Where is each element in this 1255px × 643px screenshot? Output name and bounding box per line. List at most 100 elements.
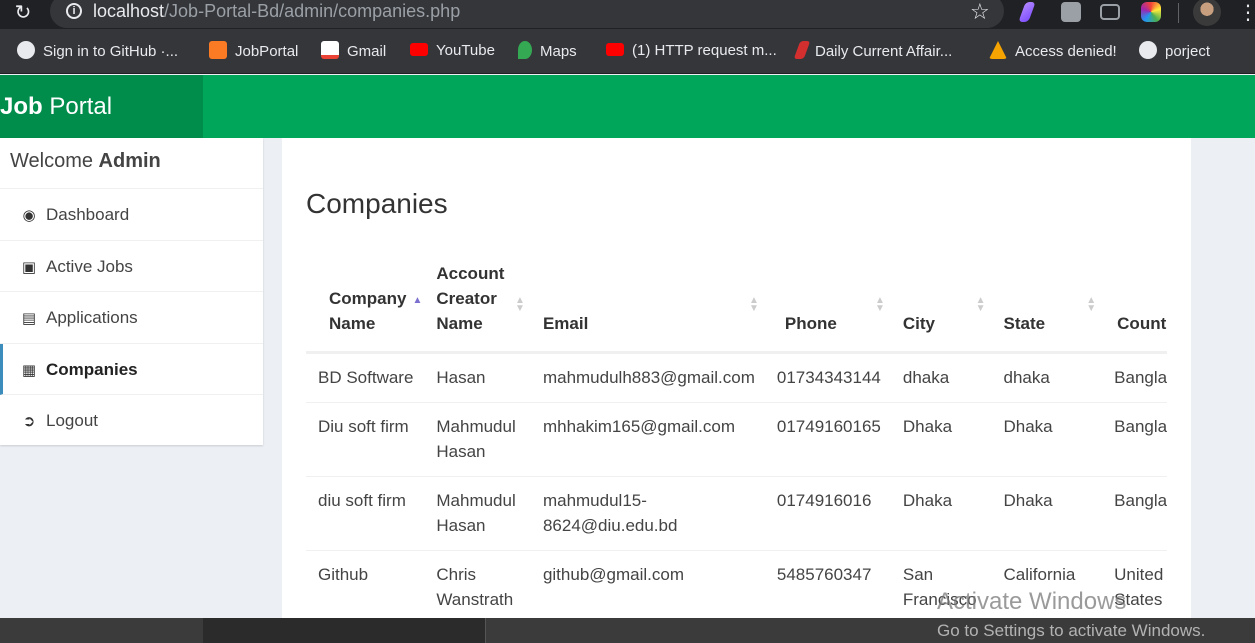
id-card-icon: ▤ <box>21 310 37 327</box>
sidebar-item-label: Applications <box>46 308 138 327</box>
column-label: Count <box>1117 314 1167 333</box>
cell-state: dhaka <box>991 352 1103 403</box>
github-icon <box>17 41 35 59</box>
bookmark-label: Sign in to GitHub ·... <box>43 43 179 60</box>
column-label: Company Name <box>329 289 407 333</box>
table-row: diu soft firm Mahmudul Hasan mahmudul15-… <box>306 476 1167 551</box>
app-header: Job Portal <box>0 75 1255 138</box>
logo-bold: Job <box>0 93 43 120</box>
activate-windows-title: Activate Windows <box>937 588 1127 615</box>
logo[interactable]: Job Portal <box>0 75 203 138</box>
table-header-row: Company Name ▲ Account Creator Name ▲ ▼ Ema… <box>306 253 1167 354</box>
table-row: Diu soft firm Mahmudul Hasan mhhakim165@… <box>306 402 1167 477</box>
bookmark-item[interactable]: Daily Current Affair... <box>793 41 953 63</box>
bookmark-item[interactable]: Access denied! <box>989 41 1117 63</box>
profile-avatar[interactable] <box>1193 0 1221 26</box>
column-header-email[interactable]: Email ▲ ▼ <box>530 253 765 354</box>
sidebar-item-logout[interactable]: ➲ Logout <box>0 395 263 447</box>
url-host: localhost <box>93 1 165 21</box>
daily-icon <box>793 41 811 59</box>
mail-extension-icon[interactable] <box>1100 4 1120 20</box>
color-extension-icon[interactable] <box>1141 2 1161 22</box>
bookmark-label: Maps <box>540 43 577 60</box>
url-text[interactable]: localhost/Job-Portal-Bd/admin/companies.… <box>93 1 460 22</box>
cell-creator-name: Hasan <box>424 352 531 403</box>
bookmark-item[interactable]: porject <box>1139 41 1210 63</box>
cell-city: Dhaka <box>890 402 992 477</box>
column-header-account-creator[interactable]: Account Creator Name ▲ ▼ <box>424 253 531 354</box>
bookmark-item[interactable]: JobPortal <box>209 41 298 63</box>
cell-phone: 5485760347 <box>764 550 891 618</box>
bookmark-star-icon[interactable]: ☆ <box>970 0 990 24</box>
bookmark-item[interactable]: Gmail <box>321 41 386 63</box>
cell-state: Dhaka <box>991 402 1103 477</box>
reload-icon[interactable]: ↻ <box>12 2 34 24</box>
youtube-icon <box>606 43 624 56</box>
cell-country: Banglac <box>1102 476 1167 551</box>
companies-table: Company Name ▲ Account Creator Name ▲ ▼ Ema… <box>306 253 1167 618</box>
globe-icon <box>1139 41 1157 59</box>
column-header-country[interactable]: Count <box>1102 253 1167 354</box>
taskbar-item[interactable] <box>203 618 486 643</box>
sidebar-item-dashboard[interactable]: ◉ Dashboard <box>0 189 263 241</box>
sort-icon: ▲ ▼ <box>1086 295 1097 314</box>
bookmark-item[interactable]: Maps <box>518 41 577 63</box>
site-info-icon[interactable]: i <box>66 3 82 19</box>
cell-city: Dhaka <box>890 476 992 551</box>
sidebar-item-label: Logout <box>46 411 98 430</box>
cell-country: Banglac <box>1102 402 1167 477</box>
sort-icon: ▲ ▼ <box>515 295 525 314</box>
camera-extension-icon[interactable] <box>1061 2 1081 22</box>
bookmark-label: (1) HTTP request m... <box>632 42 777 59</box>
sidebar-item-applications[interactable]: ▤ Applications <box>0 292 263 344</box>
xampp-icon <box>209 41 227 59</box>
cell-company-name: Diu soft firm <box>306 402 425 477</box>
bookmark-item[interactable]: YouTube <box>410 41 495 63</box>
cell-phone: 01734343144 <box>764 352 891 403</box>
column-label: Account Creator Name <box>436 264 505 333</box>
cell-state: Dhaka <box>991 476 1103 551</box>
url-path: /Job-Portal-Bd/admin/companies.php <box>164 1 461 21</box>
gmail-icon <box>321 41 339 59</box>
column-label: Email <box>542 314 589 333</box>
page-title: Companies <box>306 188 448 219</box>
cell-company-name: BD Software <box>306 352 425 403</box>
column-header-state[interactable]: State ▲ ▼ <box>991 253 1103 354</box>
bookmark-label: Daily Current Affair... <box>815 43 953 60</box>
column-label: Phone <box>784 314 837 333</box>
bookmark-item[interactable]: (1) HTTP request m... <box>606 41 777 63</box>
cell-creator-name: Mahmudul Hasan <box>424 476 531 551</box>
toolbar-divider <box>1178 3 1179 23</box>
bookmark-label: porject <box>1165 43 1211 60</box>
column-header-company-name[interactable]: Company Name ▲ <box>306 253 425 354</box>
cell-email: github@gmail.com <box>530 550 765 618</box>
sort-icon: ▲ ▼ <box>748 295 759 314</box>
cell-email: mahmudul15-8624@diu.edu.bd <box>530 476 765 551</box>
bookmark-item[interactable]: Sign in to GitHub ·... <box>17 41 178 63</box>
main-content: Companies Company Name ▲ Account Creator … <box>282 138 1191 618</box>
sort-icon: ▲ ▼ <box>975 295 986 314</box>
cell-city: dhaka <box>890 352 992 403</box>
sidebar-item-companies[interactable]: ▦ Companies <box>0 343 263 395</box>
maps-icon <box>518 41 532 59</box>
cell-company-name: diu soft firm <box>306 476 425 551</box>
bookmark-label: YouTube <box>436 42 495 59</box>
bookmark-label: Gmail <box>347 43 387 60</box>
bookmarks-bar: Sign in to GitHub ·... JobPortal Gmail Y… <box>0 29 1255 74</box>
feather-extension-icon[interactable] <box>1018 2 1036 22</box>
column-header-city[interactable]: City ▲ ▼ <box>890 253 992 354</box>
access-icon <box>989 41 1007 59</box>
cell-email: mahmudulh883@gmail.com <box>530 352 765 403</box>
cell-creator-name: Chris Wanstrath <box>424 550 531 618</box>
sidebar-item-active-jobs[interactable]: ▣ Active Jobs <box>0 241 263 292</box>
table-row: BD Software Hasan mahmudulh883@gmail.com… <box>306 352 1167 403</box>
youtube-icon <box>410 43 428 56</box>
building-icon: ▦ <box>21 361 37 379</box>
sidebar: Welcome Admin ◉ Dashboard ▣ Active Jobs ▤ A… <box>0 138 263 445</box>
column-header-phone[interactable]: Phone ▲ ▼ <box>764 253 891 354</box>
browser-menu-icon[interactable]: ⋮ <box>1238 0 1255 25</box>
cell-country: Banglac <box>1102 352 1167 403</box>
sidebar-item-label: Active Jobs <box>46 256 133 276</box>
companies-table-wrapper: Company Name ▲ Account Creator Name ▲ ▼ Ema… <box>306 253 1167 618</box>
welcome-prefix: Welcome <box>10 150 99 172</box>
